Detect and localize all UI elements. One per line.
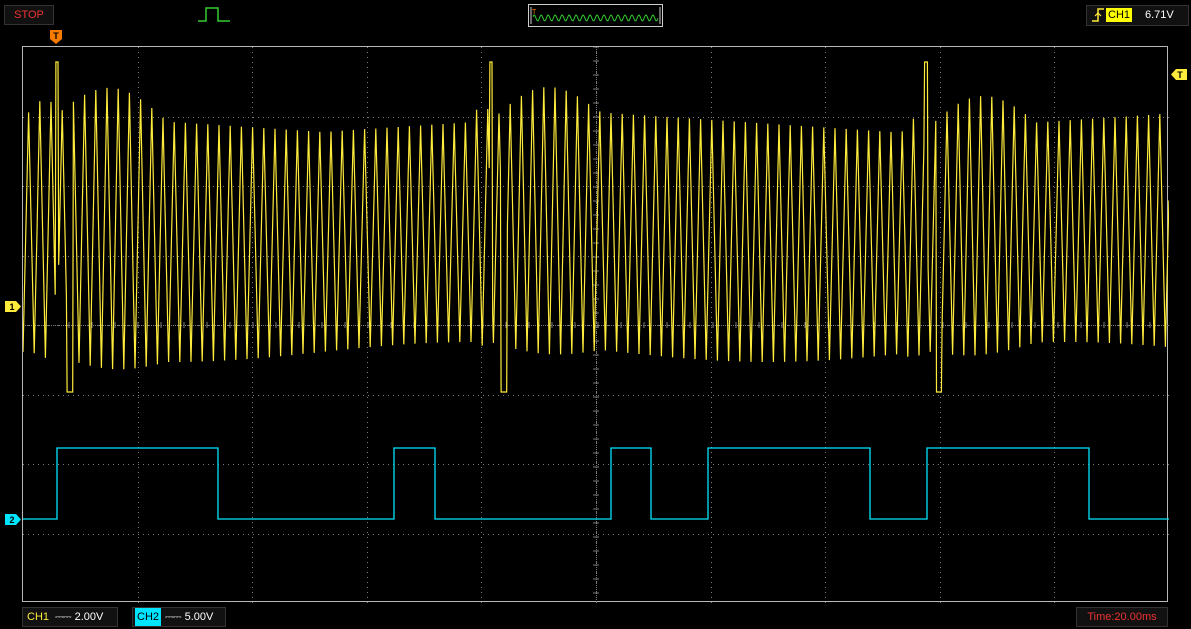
- pulse-icon[interactable]: [196, 4, 232, 24]
- ch1-scale-info[interactable]: CH1 ⎓⎓ 2.00V: [22, 607, 118, 627]
- overview-wave-icon: T: [530, 7, 661, 24]
- trigger-source: CH1: [1106, 8, 1133, 22]
- trigger-marker-label: T: [53, 31, 59, 41]
- trigger-level: 6.71V: [1145, 9, 1174, 21]
- ch2-scale: 5.00V: [184, 611, 214, 623]
- dc-coupling-icon: ⎓⎓: [165, 611, 182, 623]
- trigger-info[interactable]: CH1 6.71V: [1086, 5, 1189, 26]
- ch2-ground-marker[interactable]: 2: [4, 513, 22, 526]
- run-stop-button[interactable]: STOP: [4, 5, 54, 25]
- ch1-marker-label: 1: [9, 302, 14, 312]
- trigger-level-marker[interactable]: T: [1170, 68, 1188, 81]
- top-status-bar: STOP T CH1 6.71V: [0, 0, 1191, 30]
- timebase-info[interactable]: Time:20.00ms: [1076, 607, 1168, 627]
- dc-coupling-icon: ⎓⎓: [55, 611, 72, 623]
- ch1-scale: 2.00V: [74, 611, 104, 623]
- bottom-status-bar: CH1 ⎓⎓ 2.00V CH2 ⎓⎓ 5.00V Time:20.00ms: [0, 603, 1191, 629]
- ch1-ground-marker[interactable]: 1: [4, 300, 22, 313]
- trigger-position-marker[interactable]: T: [49, 29, 63, 45]
- ch2-scale-info[interactable]: CH2 ⎓⎓ 5.00V: [132, 607, 226, 627]
- trigger-level-marker-label: T: [1177, 70, 1183, 80]
- ch2-marker-label: 2: [9, 515, 14, 525]
- waveform-display[interactable]: [22, 46, 1170, 603]
- ch2-label: CH2: [135, 608, 162, 626]
- ch1-waveform: [22, 61, 1170, 393]
- waveform-overview[interactable]: T: [528, 4, 663, 27]
- ch1-label: CH1: [27, 611, 50, 623]
- rising-edge-icon: [1092, 8, 1104, 22]
- waveform-canvas: [22, 46, 1170, 603]
